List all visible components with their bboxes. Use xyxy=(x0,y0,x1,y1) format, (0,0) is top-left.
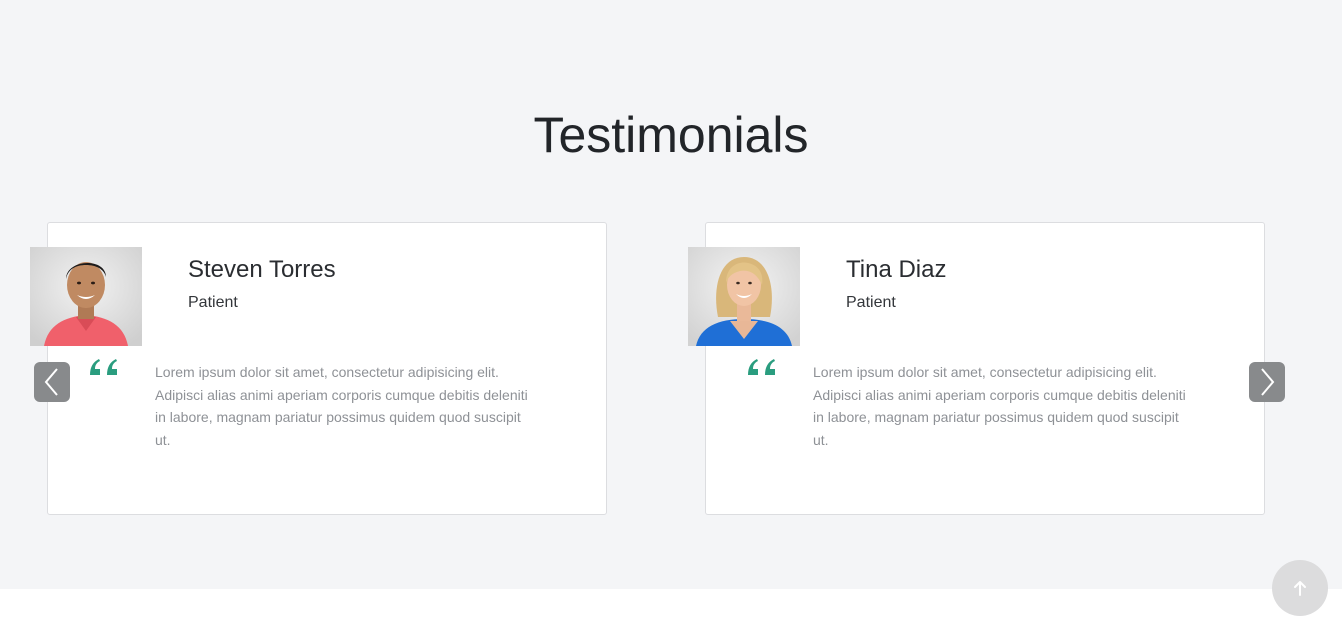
testimonial-name: Tina Diaz xyxy=(846,256,947,283)
avatar xyxy=(688,247,800,346)
section-title: Testimonials xyxy=(533,107,809,163)
quote-icon xyxy=(90,359,117,375)
avatar xyxy=(30,247,142,346)
testimonial-role: Patient xyxy=(188,294,238,311)
testimonial-name: Steven Torres xyxy=(188,256,336,283)
carousel-prev-button[interactable] xyxy=(34,362,70,402)
testimonials-section: Testimonials Steven Torres Patient Lorem… xyxy=(0,0,1342,589)
chevron-left-icon xyxy=(44,368,58,396)
carousel-next-button[interactable] xyxy=(1249,362,1285,402)
back-to-top-button[interactable] xyxy=(1272,560,1328,616)
testimonial-text: Lorem ipsum dolor sit amet, consectetur … xyxy=(155,364,528,448)
arrow-up-icon xyxy=(1294,581,1306,596)
testimonial-text: Lorem ipsum dolor sit amet, consectetur … xyxy=(813,364,1186,448)
testimonial-role: Patient xyxy=(846,294,896,311)
quote-icon xyxy=(748,359,775,375)
testimonial-card: Steven Torres Patient Lorem ipsum dolor … xyxy=(30,222,607,515)
testimonial-card: Tina Diaz Patient Lorem ipsum dolor sit … xyxy=(688,222,1265,515)
chevron-right-icon xyxy=(1261,368,1275,396)
